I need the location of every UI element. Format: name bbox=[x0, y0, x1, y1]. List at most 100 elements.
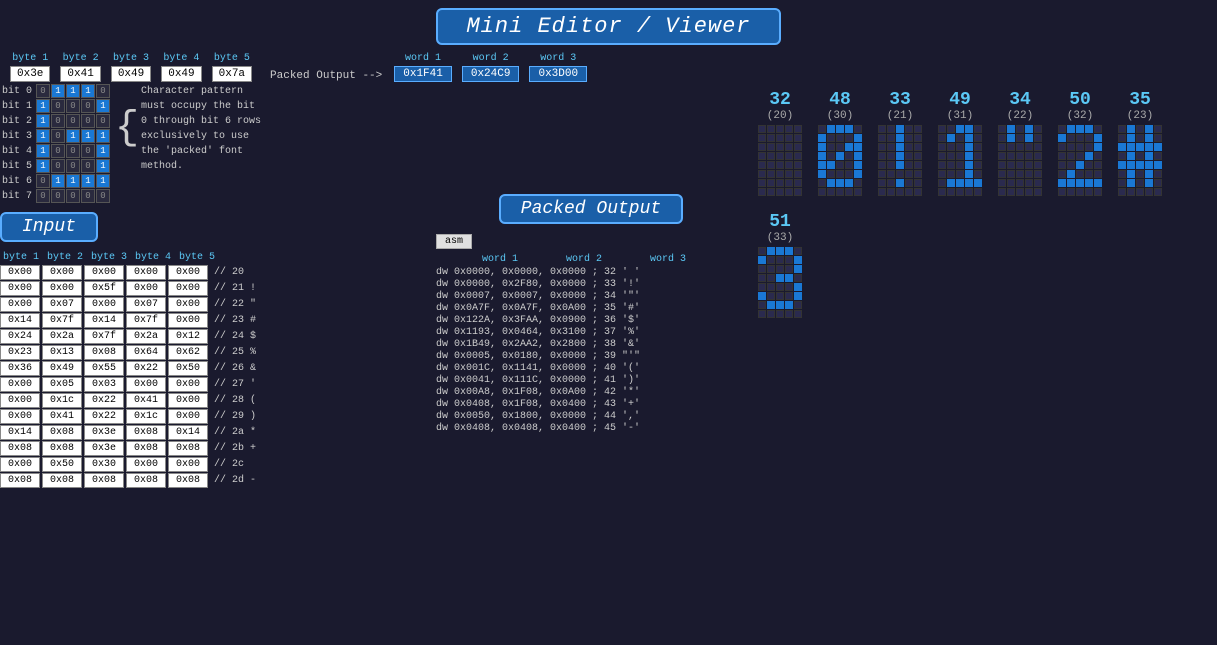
px-4-7-2 bbox=[1016, 188, 1024, 196]
px-6-5-2 bbox=[1136, 170, 1144, 178]
px-3-2-2 bbox=[956, 143, 964, 151]
input-table: byte 1byte 2byte 3byte 4byte 5 0x000x000… bbox=[0, 252, 430, 489]
px-4-6-1 bbox=[1007, 179, 1015, 187]
px-5-0-2 bbox=[1076, 125, 1084, 133]
px-6-0-3 bbox=[1145, 125, 1153, 133]
px-7-7-0 bbox=[758, 310, 766, 318]
px-6-6-4 bbox=[1154, 179, 1162, 187]
char-item-5: 50(32) bbox=[1058, 90, 1102, 196]
px-1-0-3 bbox=[845, 125, 853, 133]
px-7-1-1 bbox=[767, 256, 775, 264]
px-6-3-4 bbox=[1154, 152, 1162, 160]
px-6-2-4 bbox=[1154, 143, 1162, 151]
byte-value-4: 0x7a bbox=[212, 66, 252, 82]
output-header: word 1word 2word 3 bbox=[436, 254, 746, 265]
px-0-7-4 bbox=[794, 188, 802, 196]
px-4-0-0 bbox=[998, 125, 1006, 133]
annotation: { Character pattern must occupy the bit … bbox=[115, 84, 275, 174]
byte-label-0: byte 1 bbox=[12, 53, 48, 64]
px-6-1-1 bbox=[1127, 134, 1135, 142]
px-4-2-3 bbox=[1025, 143, 1033, 151]
px-6-1-2 bbox=[1136, 134, 1144, 142]
output-data-row-8: dw 0x001C, 0x1141, 0x0000 ; 40 '(' bbox=[436, 363, 746, 374]
input-cell-8-0: 0x00 bbox=[0, 393, 40, 408]
px-3-1-2 bbox=[956, 134, 964, 142]
px-2-2-4 bbox=[914, 143, 922, 151]
px-5-7-4 bbox=[1094, 188, 1102, 196]
char-item-3: 49(31) bbox=[938, 90, 982, 196]
input-cell-9-0: 0x00 bbox=[0, 409, 40, 424]
input-data-row-5: 0x230x130x080x640x62// 25 % bbox=[0, 345, 430, 360]
px-6-6-3 bbox=[1145, 179, 1153, 187]
packed-output-label-container: Packed Output bbox=[436, 194, 746, 230]
input-cell-2-3: 0x07 bbox=[126, 297, 166, 312]
px-2-1-0 bbox=[878, 134, 886, 142]
px-0-4-1 bbox=[767, 161, 775, 169]
px-6-4-1 bbox=[1127, 161, 1135, 169]
px-0-1-1 bbox=[767, 134, 775, 142]
px-4-5-4 bbox=[1034, 170, 1042, 178]
px-4-4-1 bbox=[1007, 161, 1015, 169]
px-1-6-0 bbox=[818, 179, 826, 187]
bit-cell-6-3: 1 bbox=[81, 174, 95, 188]
byte-label-3: byte 4 bbox=[163, 53, 199, 64]
px-1-3-2 bbox=[836, 152, 844, 160]
px-7-5-2 bbox=[776, 292, 784, 300]
bit-cell-0-4: 0 bbox=[96, 84, 110, 98]
px-3-2-3 bbox=[965, 143, 973, 151]
bit-row-5: bit 510001 bbox=[0, 159, 111, 173]
bit-cell-7-2: 0 bbox=[66, 189, 80, 203]
char-item-2: 33(21) bbox=[878, 90, 922, 196]
px-4-2-0 bbox=[998, 143, 1006, 151]
input-data-row-11: 0x080x080x3e0x080x08// 2b + bbox=[0, 441, 430, 456]
px-5-4-1 bbox=[1067, 161, 1075, 169]
px-2-5-3 bbox=[905, 170, 913, 178]
px-3-0-3 bbox=[965, 125, 973, 133]
char-sub-4: (22) bbox=[1007, 110, 1033, 122]
px-3-1-0 bbox=[938, 134, 946, 142]
px-6-6-1 bbox=[1127, 179, 1135, 187]
input-data-row-9: 0x000x410x220x1c0x00// 29 ) bbox=[0, 409, 430, 424]
px-1-3-0 bbox=[818, 152, 826, 160]
px-1-5-3 bbox=[845, 170, 853, 178]
input-comment-13: // 2d - bbox=[210, 475, 256, 486]
px-5-5-1 bbox=[1067, 170, 1075, 178]
output-data-row-13: dw 0x0408, 0x0408, 0x0400 ; 45 '-' bbox=[436, 423, 746, 434]
input-data-row-0: 0x000x000x000x000x00// 20 bbox=[0, 265, 430, 280]
px-2-0-4 bbox=[914, 125, 922, 133]
px-2-1-3 bbox=[905, 134, 913, 142]
px-0-1-0 bbox=[758, 134, 766, 142]
px-7-6-4 bbox=[794, 301, 802, 309]
pixel-grid-4 bbox=[998, 125, 1042, 196]
px-2-7-2 bbox=[896, 188, 904, 196]
input-cell-4-2: 0x7f bbox=[84, 329, 124, 344]
px-7-3-3 bbox=[785, 274, 793, 282]
px-7-2-0 bbox=[758, 265, 766, 273]
input-cell-8-4: 0x00 bbox=[168, 393, 208, 408]
px-0-7-0 bbox=[758, 188, 766, 196]
input-data-row-1: 0x000x000x5f0x000x00// 21 ! bbox=[0, 281, 430, 296]
bit-row-label-1: bit 1 bbox=[0, 101, 32, 112]
px-4-7-0 bbox=[998, 188, 1006, 196]
px-7-2-3 bbox=[785, 265, 793, 273]
px-3-4-4 bbox=[974, 161, 982, 169]
px-6-4-3 bbox=[1145, 161, 1153, 169]
px-2-2-0 bbox=[878, 143, 886, 151]
px-7-1-4 bbox=[794, 256, 802, 264]
px-7-5-0 bbox=[758, 292, 766, 300]
px-0-6-4 bbox=[794, 179, 802, 187]
px-3-3-3 bbox=[965, 152, 973, 160]
px-5-2-3 bbox=[1085, 143, 1093, 151]
input-cell-9-1: 0x41 bbox=[42, 409, 82, 424]
px-4-2-2 bbox=[1016, 143, 1024, 151]
px-5-3-4 bbox=[1094, 152, 1102, 160]
input-cell-2-4: 0x00 bbox=[168, 297, 208, 312]
bit-cell-5-4: 1 bbox=[96, 159, 110, 173]
asm-tab[interactable]: asm bbox=[436, 234, 472, 249]
output-col-header-0: word 1 bbox=[460, 254, 540, 265]
char-item-0: 32(20) bbox=[758, 90, 802, 196]
px-4-3-2 bbox=[1016, 152, 1024, 160]
px-1-2-4 bbox=[854, 143, 862, 151]
bit-cell-7-3: 0 bbox=[81, 189, 95, 203]
input-cell-6-1: 0x49 bbox=[42, 361, 82, 376]
